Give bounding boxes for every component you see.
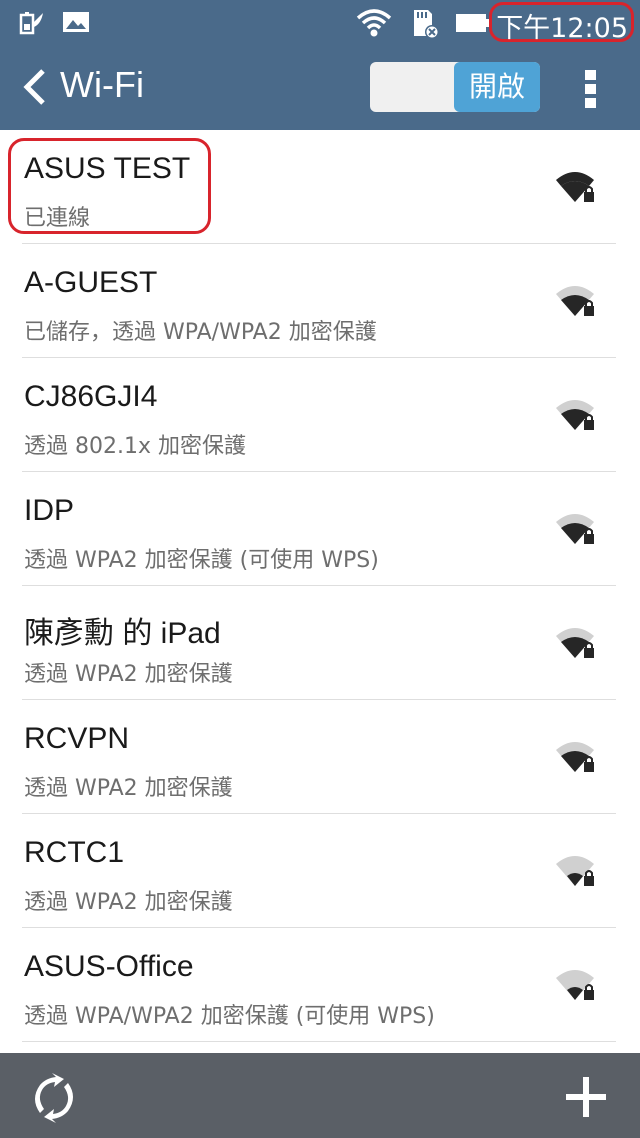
bottom-action-bar bbox=[0, 1053, 640, 1138]
wifi-signal-locked-icon bbox=[555, 740, 595, 778]
wifi-signal-locked-icon bbox=[555, 512, 595, 550]
image-icon bbox=[62, 10, 90, 38]
network-ssid: RCVPN bbox=[24, 722, 130, 755]
network-summary: 透過 WPA2 加密保護 bbox=[24, 890, 233, 915]
network-row[interactable]: RCTC1 透過 WPA2 加密保護 bbox=[0, 814, 640, 928]
status-time: 下午12:05 bbox=[496, 13, 628, 44]
row-divider bbox=[22, 1041, 616, 1042]
network-summary: 透過 WPA2 加密保護 bbox=[24, 776, 233, 801]
network-summary: 透過 WPA2 加密保護 bbox=[24, 662, 233, 687]
network-ssid: 陳彥勳 的 iPad bbox=[24, 617, 221, 650]
wifi-icon bbox=[356, 8, 392, 42]
wifi-signal-locked-icon bbox=[555, 284, 595, 322]
network-row[interactable]: IDP 透過 WPA2 加密保護 (可使用 WPS) bbox=[0, 472, 640, 586]
network-summary: 已儲存，透過 WPA/WPA2 加密保護 bbox=[24, 320, 377, 345]
network-row[interactable]: CJ86GJI4 透過 802.1x 加密保護 bbox=[0, 358, 640, 472]
network-ssid: IDP bbox=[24, 494, 75, 527]
page-title: Wi-Fi bbox=[60, 64, 144, 105]
network-summary: 已連線 bbox=[24, 206, 91, 231]
network-ssid: RCTC1 bbox=[24, 836, 125, 869]
network-ssid: ASUS TEST bbox=[24, 152, 191, 185]
status-bar: 下午12:05 bbox=[0, 0, 640, 46]
action-bar: Wi-Fi 開啟 bbox=[0, 46, 640, 130]
network-row[interactable]: ASUS TEST 已連線 bbox=[0, 130, 640, 244]
wifi-toggle-on-label: 開啟 bbox=[454, 62, 540, 112]
battery-saver-icon bbox=[18, 10, 44, 40]
network-ssid: ASUS-Office bbox=[24, 950, 194, 983]
network-row[interactable]: RCVPN 透過 WPA2 加密保護 bbox=[0, 700, 640, 814]
sd-card-icon bbox=[410, 8, 440, 44]
network-row[interactable]: A-GUEST 已儲存，透過 WPA/WPA2 加密保護 bbox=[0, 244, 640, 358]
network-row[interactable]: 陳彥勳 的 iPad 透過 WPA2 加密保護 bbox=[0, 586, 640, 700]
add-icon[interactable] bbox=[564, 1075, 608, 1123]
overflow-menu-icon[interactable] bbox=[583, 68, 599, 114]
wifi-signal-locked-icon bbox=[555, 170, 595, 208]
wifi-signal-locked-icon bbox=[555, 398, 595, 436]
refresh-icon[interactable] bbox=[28, 1073, 80, 1127]
network-row[interactable]: ASUS-Office 透過 WPA/WPA2 加密保護 (可使用 WPS) bbox=[0, 928, 640, 1042]
wifi-signal-locked-icon bbox=[555, 854, 595, 892]
wifi-signal-locked-icon bbox=[555, 968, 595, 1006]
network-summary: 透過 WPA2 加密保護 (可使用 WPS) bbox=[24, 548, 379, 573]
network-ssid: CJ86GJI4 bbox=[24, 380, 158, 413]
wifi-toggle[interactable]: 開啟 bbox=[370, 62, 540, 112]
network-summary: 透過 WPA/WPA2 加密保護 (可使用 WPS) bbox=[24, 1004, 435, 1029]
wifi-signal-locked-icon bbox=[555, 626, 595, 664]
network-summary: 透過 802.1x 加密保護 bbox=[24, 434, 246, 459]
battery-icon bbox=[455, 8, 491, 42]
back-chevron-icon[interactable] bbox=[22, 68, 48, 110]
network-ssid: A-GUEST bbox=[24, 266, 158, 299]
